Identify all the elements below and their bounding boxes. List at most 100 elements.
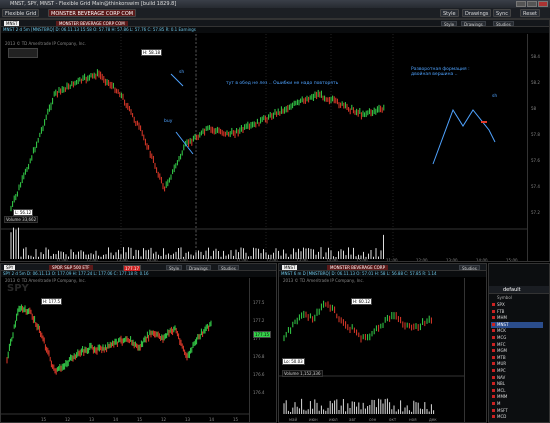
status-dot-icon <box>492 342 495 346</box>
spy-y-tick-label: 176.6 <box>253 372 265 377</box>
status-dot-icon <box>492 309 495 313</box>
watchlist-row[interactable]: SPX <box>491 302 543 308</box>
x-tick-label: 14:00 <box>146 258 158 262</box>
spy-info-line: SPY 2 d 5m D: 06.11.13 O: 177.09 H: 177.… <box>1 271 276 277</box>
spy-symbol-input[interactable]: SPY <box>4 265 16 270</box>
watchlist-symbol: MMM <box>497 394 508 400</box>
annotation-formation: Разворотная формация : двойная вершина .… <box>411 67 470 77</box>
mnst-x-tick-label: июл <box>329 417 338 422</box>
watchlist-symbol: MNST <box>497 321 509 327</box>
watchlist-symbol: SPX <box>497 302 505 307</box>
watchlist-row[interactable]: MCL <box>491 388 543 394</box>
spy-x-tick-label: 15 <box>137 417 143 422</box>
watchlist-row[interactable]: NAV <box>491 375 543 381</box>
watchlist-row[interactable]: M <box>491 401 543 407</box>
watchlist-symbol: NBL <box>497 381 505 387</box>
company-name: MONSTER BEVERAGE CORP COM <box>56 21 128 26</box>
watchlist-symbol: MCG <box>497 335 507 340</box>
status-dot-icon <box>492 402 495 405</box>
spy-y-tick-label: 177.2 <box>253 318 265 323</box>
watchlist-row[interactable]: NBL <box>491 381 543 387</box>
x-tick-label: 14:00 <box>476 258 488 262</box>
watchlist-column-header[interactable]: Symbol <box>497 295 512 300</box>
double-top-drawing <box>432 108 496 165</box>
style-button[interactable]: Style <box>440 9 459 17</box>
mnst-x-tick-label: ноя <box>409 417 417 422</box>
annotation-arrow <box>170 73 184 87</box>
watchlist-row[interactable]: MPC <box>491 368 543 374</box>
spy-x-tick-label: 13 <box>89 417 95 422</box>
watchlist-symbol: MHM <box>497 315 507 321</box>
mnst-x-tick-label: авг <box>349 417 356 422</box>
reset-button[interactable]: Reset <box>520 9 540 17</box>
status-dot-icon <box>492 336 495 339</box>
ticker-banner: MONSTER BEVERAGE CORP COM <box>48 9 137 17</box>
mnst-daily-symbol-input[interactable]: MNST <box>282 265 298 270</box>
spy-style-button[interactable]: Style <box>166 265 183 271</box>
spy-studies-button[interactable]: Studies <box>218 265 239 271</box>
y-tick-label: 57.4 <box>531 184 540 189</box>
close-icon[interactable] <box>538 1 548 7</box>
watchlist-row[interactable]: MCK <box>491 328 543 334</box>
mnst-daily-info-line: MNST 6 m D [MNSTBRQ] D: 06.11.13 O: 57.0… <box>279 271 486 277</box>
watchlist-row[interactable]: FTB <box>491 309 543 315</box>
spy-price-axis: 177.5 177.2 177 176.8 176.6 176.4 <box>249 278 276 422</box>
watchlist-row[interactable]: MNST <box>491 321 543 328</box>
y-tick-label: 58 <box>531 106 537 111</box>
x-tick-label: 15:00 <box>176 258 188 262</box>
watchlist-symbol: MCD <box>497 414 507 420</box>
chart-studies-button[interactable]: Studies <box>493 21 514 27</box>
watchlist-symbol: MCL <box>497 387 506 393</box>
watchlist-panel: default Symbol SPX FTB MHM MNST MCK MCG MFC MGM… <box>488 263 550 423</box>
spy-price-chart[interactable]: 15 12 13 14 15 12 13 14 15 <box>1 278 251 423</box>
watchlist-row[interactable]: MHM <box>491 315 543 321</box>
x-tick-label: 12:00 <box>416 258 428 262</box>
sync-button[interactable]: Sync <box>493 9 512 17</box>
watchlist-row[interactable]: MGM <box>491 348 543 354</box>
annotation-sh: sh <box>179 70 185 75</box>
watchlist-symbol: MUR <box>497 361 507 367</box>
drawings-button[interactable]: Drawings <box>462 9 492 17</box>
x-tick-label: 15:00 <box>506 258 518 262</box>
spy-y-tick-label: 177.5 <box>253 300 265 305</box>
spy-drawings-button[interactable]: Drawings <box>186 265 211 271</box>
chart-style-button[interactable]: Style <box>441 21 458 27</box>
watchlist-name[interactable]: default <box>503 287 521 293</box>
watchlist-row[interactable]: MCD <box>491 414 543 420</box>
mnst-daily-toolbar: MNST MONSTER BEVERAGE CORP Studies <box>279 264 486 271</box>
x-tick-label: 14:00 <box>326 258 338 262</box>
spy-x-tick-label: 14 <box>113 417 119 422</box>
mnst-daily-volume-label: Volume 1,152,336 <box>282 370 323 377</box>
watchlist-symbol: MPC <box>497 368 506 373</box>
mnst-daily-high-label: H: 60.12 <box>351 298 373 305</box>
watchlist-row[interactable]: MTB <box>491 355 543 361</box>
watchlist-row[interactable]: MMM <box>491 394 543 400</box>
mnst-daily-studies-button[interactable]: Studies <box>459 265 480 271</box>
y-tick-label: 57.8 <box>531 132 540 137</box>
window-titlebar: MNST, SPY, MNST - Flexible Grid Main@thi… <box>0 0 550 8</box>
flexible-grid-button[interactable]: Flexible Grid <box>2 9 40 17</box>
status-dot-icon <box>492 415 495 419</box>
spy-x-tick-label: 15 <box>41 417 47 422</box>
mnst-daily-copyright: 2013 © TD Ameritrade IP Company, Inc. <box>283 278 364 283</box>
mnst-daily-low-label: Lo: 50.03 <box>282 358 305 365</box>
watchlist-row[interactable]: MUR <box>491 361 543 367</box>
watchlist-row[interactable]: MFC <box>491 342 543 348</box>
annotation-sh-2: sh <box>492 94 498 99</box>
mnst-x-tick-label: сен <box>369 417 377 422</box>
watchlist-row[interactable]: MCG <box>491 335 543 341</box>
x-tick-label: 12:00 <box>86 258 98 262</box>
volume-label: Volume 33,662 <box>4 216 39 223</box>
chart-drawings-button[interactable]: Drawings <box>461 21 486 27</box>
minimize-icon[interactable] <box>516 1 526 7</box>
watchlist-row[interactable]: MSFT <box>491 408 543 414</box>
watchlist-symbol: MSFT <box>497 407 508 413</box>
maximize-icon[interactable] <box>527 1 537 7</box>
y-tick-label: 57.2 <box>531 210 540 215</box>
spy-y-tick-label: 176.8 <box>253 354 265 359</box>
spy-x-tick-label: 12 <box>65 417 71 422</box>
status-dot-icon <box>492 316 495 320</box>
mnst-x-tick-label: июн <box>309 417 318 422</box>
symbol-input[interactable]: MNST <box>4 21 20 26</box>
mnst-daily-price-axis <box>464 278 486 422</box>
